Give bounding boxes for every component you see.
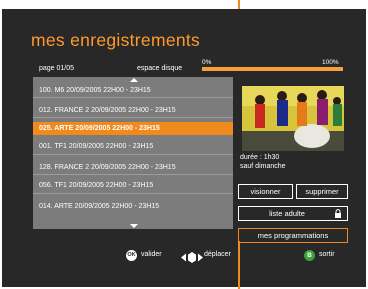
list-separator: [33, 193, 233, 194]
view-button[interactable]: visionner: [238, 184, 293, 199]
adult-list-button[interactable]: liste adulte: [238, 206, 348, 221]
disk-usage-fill: [202, 67, 343, 71]
exit-hint: sortir: [319, 251, 335, 258]
recording-thumbnail: [242, 86, 344, 151]
list-item[interactable]: 100. M6 20/09/2005 22H00 - 23H15: [33, 84, 233, 97]
disk-space-label: espace disque: [137, 65, 183, 72]
page-indicator: page 01/05: [39, 65, 75, 72]
delete-button[interactable]: supprimer: [296, 184, 348, 199]
adult-list-label: liste adulte: [269, 209, 305, 218]
move-hint: déplacer: [204, 251, 231, 258]
list-separator: [33, 97, 233, 98]
lock-icon: [334, 209, 342, 222]
list-separator: [33, 174, 233, 175]
list-item[interactable]: 001. TF1 20/09/2005 22H00 - 23H15: [33, 140, 233, 153]
ok-button-icon: OK: [126, 250, 137, 261]
disk-min-label: 0%: [202, 59, 212, 66]
list-item[interactable]: 025. ARTE 20/09/2005 22H00 - 23H15: [33, 122, 233, 135]
recordings-list[interactable]: 100. M6 20/09/2005 22H00 - 23H15 012. FR…: [33, 77, 233, 229]
chevron-up-icon[interactable]: [130, 78, 138, 82]
navigate-arrows-icon: [181, 250, 203, 268]
list-item[interactable]: 012. FRANCE 2 20/09/2005 22H00 - 23H15: [33, 104, 233, 117]
bottom-connector-line: [238, 241, 240, 289]
validate-hint: valider: [141, 251, 162, 258]
list-item[interactable]: 056. TF1 20/09/2005 22H00 - 23H15: [33, 179, 233, 192]
my-schedules-button[interactable]: mes programmations: [238, 228, 348, 243]
thumbnail-image: [242, 86, 344, 151]
disk-usage-bar: [202, 67, 343, 71]
page-title: mes enregistrements: [31, 30, 201, 50]
disk-max-label: 100%: [322, 59, 339, 66]
list-separator: [33, 154, 233, 155]
list-item[interactable]: 014. ARTE 20/09/2005 22H00 - 23H15: [33, 200, 233, 213]
screen: mes enregistrements page 01/05 espace di…: [0, 0, 368, 289]
duration-text: durée : 1h30: [240, 154, 280, 161]
chevron-down-icon[interactable]: [130, 224, 138, 228]
list-item[interactable]: 128. FRANCE 2 20/09/2005 22H00 - 23H15: [33, 161, 233, 174]
b-button-icon: B: [304, 250, 315, 261]
list-separator: [33, 117, 233, 118]
schedule-text: sauf dimanche: [240, 163, 286, 170]
